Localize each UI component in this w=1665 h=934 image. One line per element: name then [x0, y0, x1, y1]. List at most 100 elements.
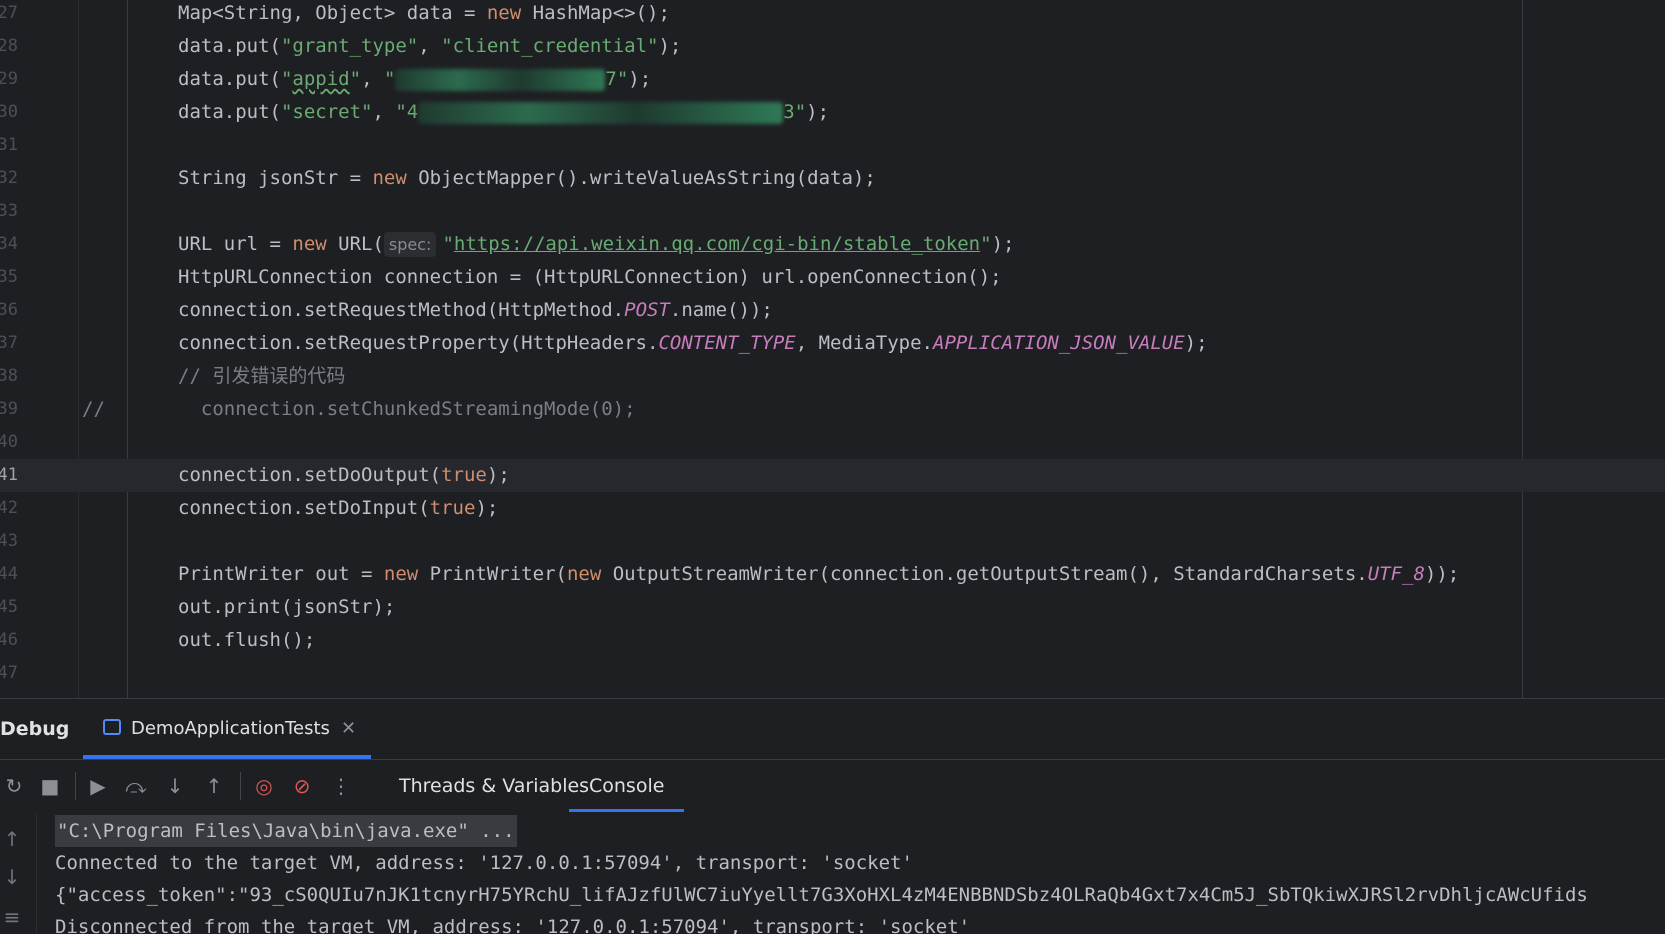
- code-line[interactable]: // connection.setChunkedStreamingMode(0)…: [82, 393, 636, 426]
- code-token: );: [806, 101, 830, 123]
- line-number[interactable]: 40: [0, 426, 18, 459]
- code-token: UTF_8: [1367, 563, 1425, 585]
- code-line[interactable]: connection.setRequestProperty(HttpHeader…: [178, 327, 1208, 360]
- code-line[interactable]: connection.setDoOutput(true);: [178, 459, 510, 492]
- line-number[interactable]: 46: [0, 624, 18, 657]
- line-number[interactable]: 27: [0, 0, 18, 30]
- scroll-down-icon[interactable]: ↓: [0, 865, 24, 889]
- code-token: "4: [395, 101, 419, 123]
- console-side-toolbar: ↑ ↓ ≡: [0, 813, 37, 934]
- session-tab[interactable]: DemoApplicationTests ✕: [83, 699, 371, 759]
- soft-wrap-icon[interactable]: ≡: [0, 905, 24, 929]
- code-token: PrintWriter(: [418, 563, 567, 585]
- code-token: out.print(jsonStr);: [178, 596, 396, 618]
- code-line[interactable]: out.flush();: [178, 624, 315, 657]
- tab-threads-variables[interactable]: Threads & Variables: [399, 760, 589, 812]
- code-token: ,: [372, 101, 396, 123]
- line-number[interactable]: 39: [0, 393, 18, 426]
- code-token: connection.setDoInput(: [178, 497, 430, 519]
- line-number[interactable]: 38: [0, 360, 18, 393]
- line-number[interactable]: 36: [0, 294, 18, 327]
- mute-breakpoints-icon[interactable]: ⊘: [288, 772, 316, 800]
- code-token: );: [486, 464, 510, 486]
- session-tab-indicator: [83, 755, 371, 759]
- code-token: new: [372, 167, 407, 189]
- code-token: connection.setChunkedStreamingMode(0);: [178, 398, 636, 420]
- line-number[interactable]: 45: [0, 591, 18, 624]
- code-token: POST: [624, 299, 670, 321]
- code-line[interactable]: connection.setRequestMethod(HttpMethod.P…: [178, 294, 773, 327]
- code-line[interactable]: data.put("secret", "4 3");: [178, 96, 829, 129]
- code-token: 7": [605, 68, 629, 90]
- indent-guide: [127, 0, 128, 698]
- console-line: Disconnected from the target VM, address…: [55, 916, 971, 934]
- url-link[interactable]: https://api.weixin.qq.com/cgi-bin/stable…: [454, 233, 980, 255]
- code-token: "client_credential": [441, 35, 659, 57]
- line-number[interactable]: 32: [0, 162, 18, 195]
- code-token: new: [383, 563, 419, 585]
- code-line[interactable]: data.put("grant_type", "client_credentia…: [178, 30, 681, 63]
- code-line[interactable]: Map<String, Object> data = new HashMap<>…: [178, 0, 670, 30]
- line-number[interactable]: 28: [0, 30, 18, 63]
- code-line[interactable]: HttpURLConnection connection = (HttpURLC…: [178, 261, 1002, 294]
- code-token: ,: [418, 35, 442, 57]
- code-token: ,: [361, 68, 384, 90]
- code-token: ": [383, 68, 396, 90]
- console-output[interactable]: "C:\Program Files\Java\bin\java.exe" ...…: [55, 813, 1665, 934]
- code-line[interactable]: String jsonStr = new ObjectMapper().writ…: [178, 162, 876, 195]
- line-number[interactable]: 42: [0, 492, 18, 525]
- line-number[interactable]: 43: [0, 525, 18, 558]
- code-token: CONTENT_TYPE: [658, 332, 796, 354]
- code-token: new: [566, 563, 602, 585]
- debug-panel-title: Debug: [0, 718, 70, 740]
- code-line[interactable]: connection.setDoInput(true);: [178, 492, 498, 525]
- resume-icon[interactable]: ▶: [84, 772, 112, 800]
- code-token: );: [658, 35, 682, 57]
- right-margin-guide: [1522, 0, 1523, 698]
- code-editor[interactable]: 27 Map<String, Object> data = new HashMap…: [0, 0, 1665, 698]
- code-token: URL(: [326, 233, 384, 255]
- line-comment-marker: //: [82, 398, 105, 420]
- scroll-up-icon[interactable]: ↑: [0, 827, 24, 851]
- step-into-icon[interactable]: ↓: [161, 772, 189, 800]
- code-token: PrintWriter out =: [178, 563, 384, 585]
- code-token: );: [1184, 332, 1208, 354]
- line-number[interactable]: 30: [0, 96, 18, 129]
- code-line[interactable]: out.print(jsonStr);: [178, 591, 395, 624]
- step-out-icon[interactable]: ↑: [200, 772, 228, 800]
- close-icon[interactable]: ✕: [341, 699, 356, 759]
- more-options-icon[interactable]: ⋮: [327, 772, 355, 800]
- line-number[interactable]: 29: [0, 63, 18, 96]
- code-token: ": [349, 68, 362, 90]
- code-token: 3": [783, 101, 807, 123]
- code-token: .name());: [669, 299, 773, 321]
- code-token: );: [991, 233, 1015, 255]
- code-token: new: [486, 2, 522, 24]
- code-line[interactable]: URL url = new URL(spec: "https://api.weix…: [178, 228, 1014, 261]
- tab-console[interactable]: Console: [569, 760, 685, 812]
- code-token: ));: [1424, 563, 1460, 585]
- line-number[interactable]: 33: [0, 195, 18, 228]
- code-token: HttpURLConnection connection = (HttpURLC…: [178, 266, 1002, 288]
- line-number[interactable]: 31: [0, 129, 18, 162]
- code-token: ": [442, 233, 454, 255]
- view-breakpoints-icon[interactable]: ◎: [250, 772, 278, 800]
- rerun-icon[interactable]: ↻: [0, 772, 28, 800]
- debug-header: Debug DemoApplicationTests ✕: [0, 699, 1665, 760]
- code-token: ObjectMapper().writeValueAsString(data);: [406, 167, 876, 189]
- line-number[interactable]: 47: [0, 657, 18, 690]
- code-line[interactable]: data.put("appid", " 7");: [178, 63, 651, 96]
- code-token: );: [628, 68, 652, 90]
- toolbar-separator: [240, 772, 241, 800]
- line-number[interactable]: 34: [0, 228, 18, 261]
- line-number[interactable]: 37: [0, 327, 18, 360]
- code-token: HashMap<>();: [521, 2, 670, 24]
- line-number[interactable]: 35: [0, 261, 18, 294]
- stop-icon[interactable]: ■: [36, 772, 64, 800]
- line-number[interactable]: 44: [0, 558, 18, 591]
- line-number[interactable]: 41: [0, 459, 18, 492]
- code-line[interactable]: PrintWriter out = new PrintWriter(new Ou…: [178, 558, 1459, 591]
- code-line[interactable]: // 引发错误的代码: [178, 360, 345, 393]
- code-token: OutputStreamWriter(connection.getOutputS…: [601, 563, 1368, 585]
- step-over-icon[interactable]: ⤼: [122, 772, 150, 800]
